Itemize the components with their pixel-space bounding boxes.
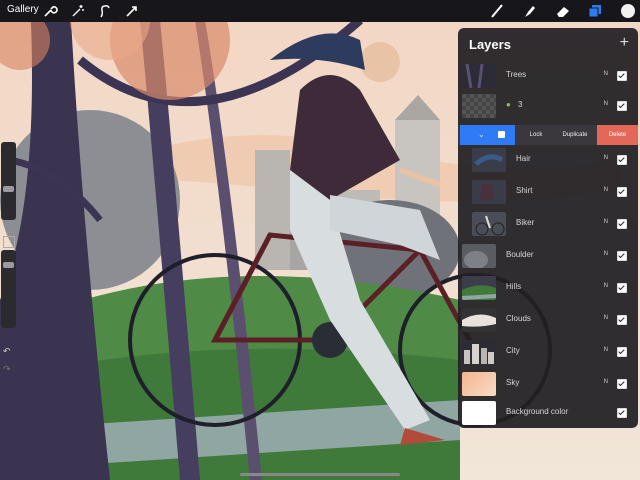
layer-thumbnail xyxy=(462,401,496,425)
visibility-checkbox[interactable] xyxy=(617,187,627,197)
group-select-button[interactable]: ⌄ xyxy=(460,125,515,145)
blend-mode[interactable]: N xyxy=(604,219,608,225)
visibility-checkbox[interactable] xyxy=(617,155,627,165)
layer-name: 3 xyxy=(518,100,523,109)
layer-row-sky[interactable]: Sky N xyxy=(458,369,638,399)
layer-thumbnail xyxy=(462,308,496,332)
layers-panel: Layers + Trees N ● 3 N ⌄ Lock Duplicate … xyxy=(458,28,638,428)
layer-thumbnail xyxy=(462,372,496,396)
blend-mode[interactable]: N xyxy=(604,251,608,257)
smudge-icon[interactable] xyxy=(521,3,537,19)
opacity-knob[interactable] xyxy=(3,262,14,268)
blend-mode[interactable]: N xyxy=(604,347,608,353)
visibility-checkbox[interactable] xyxy=(617,408,627,418)
layer-row-clouds[interactable]: Clouds N xyxy=(458,305,638,335)
layer-name: Trees xyxy=(506,70,527,79)
lock-button[interactable]: Lock xyxy=(519,125,553,145)
layer-name: Clouds xyxy=(506,314,531,323)
visibility-checkbox[interactable] xyxy=(617,101,627,111)
layer-name: Sky xyxy=(506,378,520,387)
layer-name: Hair xyxy=(516,154,531,163)
layers-icon[interactable] xyxy=(587,3,603,19)
layer-thumbnail xyxy=(472,180,506,204)
visibility-checkbox[interactable] xyxy=(617,71,627,81)
modify-button[interactable] xyxy=(3,236,15,248)
visibility-checkbox[interactable] xyxy=(617,219,627,229)
add-layer-button[interactable]: + xyxy=(620,34,629,52)
selection-icon[interactable] xyxy=(97,3,113,19)
layer-thumbnail xyxy=(472,212,506,236)
layer-thumbnail xyxy=(462,244,496,268)
visibility-checkbox[interactable] xyxy=(617,347,627,357)
undo-icon[interactable]: ↶ xyxy=(3,346,13,356)
top-toolbar: Gallery xyxy=(0,0,640,22)
brush-icon[interactable] xyxy=(489,3,505,19)
layer-name: Background color xyxy=(506,407,569,416)
layer-actions-bar: ⌄ Lock Duplicate Delete xyxy=(458,125,638,145)
blend-mode[interactable]: N xyxy=(604,155,608,161)
layer-thumbnail xyxy=(462,64,496,88)
layer-row-trees[interactable]: Trees N xyxy=(458,61,638,91)
layer-row-boulder[interactable]: Boulder N xyxy=(458,241,638,271)
wrench-icon[interactable] xyxy=(42,3,58,19)
delete-button[interactable]: Delete xyxy=(597,125,638,145)
blend-mode[interactable]: N xyxy=(604,283,608,289)
visibility-checkbox[interactable] xyxy=(617,283,627,293)
redo-icon[interactable]: ↷ xyxy=(3,364,13,374)
blend-mode[interactable]: N xyxy=(604,71,608,77)
home-indicator xyxy=(240,473,400,476)
group-icon: ● xyxy=(506,100,511,109)
visibility-checkbox[interactable] xyxy=(617,315,627,325)
transform-icon[interactable] xyxy=(124,3,140,19)
panel-title: Layers xyxy=(469,37,511,52)
layer-row-hills[interactable]: Hills N xyxy=(458,273,638,303)
gallery-button[interactable]: Gallery xyxy=(7,4,39,15)
visibility-checkbox[interactable] xyxy=(617,379,627,389)
layer-row-group-3[interactable]: ● 3 N xyxy=(458,91,638,121)
chevron-down-icon: ⌄ xyxy=(478,130,485,139)
layer-name: Biker xyxy=(516,218,535,227)
left-sidebar: ↶ ↷ xyxy=(0,140,18,380)
layer-name: City xyxy=(506,346,520,355)
duplicate-button[interactable]: Duplicate xyxy=(555,125,595,145)
color-swatch-icon[interactable] xyxy=(620,3,636,19)
layer-name: Shirt xyxy=(516,186,533,195)
layer-thumbnail xyxy=(462,276,496,300)
layer-row-shirt[interactable]: Shirt N xyxy=(458,177,638,207)
layer-row-background-color[interactable]: Background color xyxy=(458,398,638,428)
layer-thumbnail xyxy=(462,340,496,364)
blend-mode[interactable]: N xyxy=(604,379,608,385)
blend-mode[interactable]: N xyxy=(604,101,608,107)
group-checkbox[interactable] xyxy=(498,131,505,138)
adjustments-icon[interactable] xyxy=(70,3,86,19)
opacity-slider[interactable] xyxy=(1,250,16,328)
layer-row-city[interactable]: City N xyxy=(458,337,638,367)
layer-row-hair[interactable]: Hair N xyxy=(458,145,638,175)
layer-name: Boulder xyxy=(506,250,534,259)
layer-name: Hills xyxy=(506,282,522,291)
visibility-checkbox[interactable] xyxy=(617,251,627,261)
blend-mode[interactable]: N xyxy=(604,315,608,321)
blend-mode[interactable]: N xyxy=(604,187,608,193)
brush-size-knob[interactable] xyxy=(3,186,14,192)
layer-row-biker[interactable]: Biker N xyxy=(458,209,638,239)
brush-size-slider[interactable] xyxy=(1,142,16,220)
layer-thumbnail xyxy=(462,94,496,118)
layer-thumbnail xyxy=(472,148,506,172)
eraser-icon[interactable] xyxy=(555,3,571,19)
